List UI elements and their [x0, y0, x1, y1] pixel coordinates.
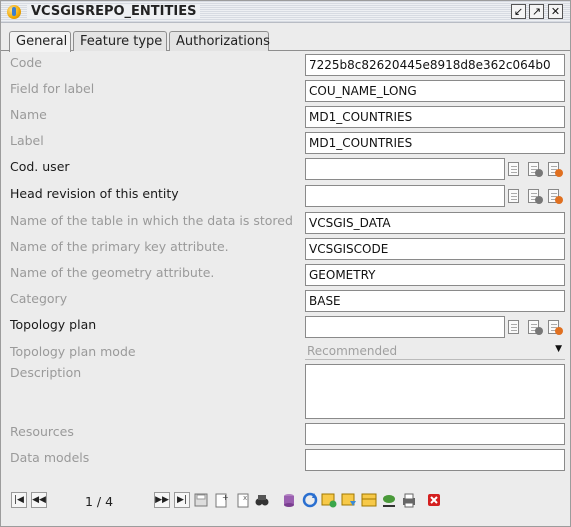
- next-record-icon[interactable]: ▶▶: [154, 492, 170, 508]
- app-logo-icon: [7, 5, 21, 19]
- refresh-icon[interactable]: [302, 492, 318, 508]
- delete-record-icon[interactable]: x: [235, 492, 251, 508]
- field-for-label-label: Field for label: [10, 81, 95, 96]
- add-form-icon[interactable]: [321, 492, 337, 508]
- save-icon[interactable]: [193, 492, 209, 508]
- window-title: VCSGISREPO_ENTITIES: [27, 4, 201, 19]
- title-bar[interactable]: VCSGISREPO_ENTITIES ↙ ↗ ✕: [1, 1, 570, 23]
- clear-icon[interactable]: [527, 319, 543, 335]
- clear-icon[interactable]: [527, 161, 543, 177]
- geometry-attribute-field[interactable]: GEOMETRY: [305, 264, 565, 286]
- svg-text:x: x: [243, 494, 247, 502]
- first-record-icon[interactable]: |◀: [11, 492, 27, 508]
- data-models-field[interactable]: [305, 449, 565, 471]
- topology-plan-label: Topology plan: [10, 317, 97, 332]
- zoom-to-icon[interactable]: [381, 492, 397, 508]
- database-icon[interactable]: [281, 492, 297, 508]
- entities-window: VCSGISREPO_ENTITIES ↙ ↗ ✕ General Featur…: [0, 0, 571, 527]
- tab-general[interactable]: General: [9, 31, 71, 52]
- resources-field[interactable]: [305, 423, 565, 445]
- description-label: Description: [10, 365, 82, 380]
- print-icon[interactable]: [401, 492, 417, 508]
- name-label: Name: [10, 107, 47, 122]
- record-pager: 1 / 4: [85, 494, 114, 509]
- form-filter-icon[interactable]: [341, 492, 357, 508]
- description-textarea[interactable]: [305, 364, 565, 419]
- edit-icon[interactable]: [547, 188, 563, 204]
- lookup-icon[interactable]: [507, 161, 523, 177]
- tab-feature-type[interactable]: Feature type: [73, 31, 167, 51]
- tab-authorizations[interactable]: Authorizations: [169, 31, 270, 51]
- form-layout-icon[interactable]: [361, 492, 377, 508]
- head-revision-label: Head revision of this entity: [10, 186, 179, 201]
- cod-user-field[interactable]: [305, 158, 505, 180]
- topology-plan-field[interactable]: [305, 316, 505, 338]
- code-label: Code: [10, 55, 43, 70]
- svg-text:+: +: [222, 493, 229, 502]
- lookup-icon[interactable]: [507, 188, 523, 204]
- lookup-icon[interactable]: [507, 319, 523, 335]
- resources-label: Resources: [10, 424, 74, 439]
- edit-icon[interactable]: [547, 161, 563, 177]
- close-form-icon[interactable]: [426, 492, 442, 508]
- search-binoculars-icon[interactable]: [254, 492, 270, 508]
- dropdown-arrow-icon: ▼: [555, 344, 562, 354]
- clear-icon[interactable]: [527, 188, 543, 204]
- previous-record-icon[interactable]: ◀◀: [31, 492, 47, 508]
- label-label: Label: [10, 133, 44, 148]
- name-field[interactable]: MD1_COUNTRIES: [305, 106, 565, 128]
- topology-plan-mode-select[interactable]: Recommended ▼: [305, 343, 565, 360]
- topology-plan-mode-label: Topology plan mode: [10, 344, 136, 359]
- cod-user-label: Cod. user: [10, 159, 70, 174]
- table-name-label: Name of the table in which the data is s…: [10, 213, 293, 228]
- minimize-icon[interactable]: ↙: [511, 4, 526, 19]
- field-for-label-field[interactable]: COU_NAME_LONG: [305, 80, 565, 102]
- edit-icon[interactable]: [547, 319, 563, 335]
- data-models-label: Data models: [10, 450, 90, 465]
- table-name-field[interactable]: VCSGIS_DATA: [305, 212, 565, 234]
- last-record-icon[interactable]: ▶|: [174, 492, 190, 508]
- close-icon[interactable]: ✕: [548, 4, 563, 19]
- pk-attribute-label: Name of the primary key attribute.: [10, 239, 229, 254]
- maximize-icon[interactable]: ↗: [529, 4, 544, 19]
- category-label: Category: [10, 291, 68, 306]
- new-record-icon[interactable]: +: [213, 492, 229, 508]
- label-field[interactable]: MD1_COUNTRIES: [305, 132, 565, 154]
- code-field[interactable]: 7225b8c82620445e8918d8e362c064b0: [305, 54, 565, 76]
- pk-attribute-field[interactable]: VCSGISCODE: [305, 238, 565, 260]
- head-revision-field[interactable]: [305, 185, 505, 207]
- topology-plan-mode-value: Recommended: [307, 344, 398, 358]
- geometry-attribute-label: Name of the geometry attribute.: [10, 265, 215, 280]
- category-field[interactable]: BASE: [305, 290, 565, 312]
